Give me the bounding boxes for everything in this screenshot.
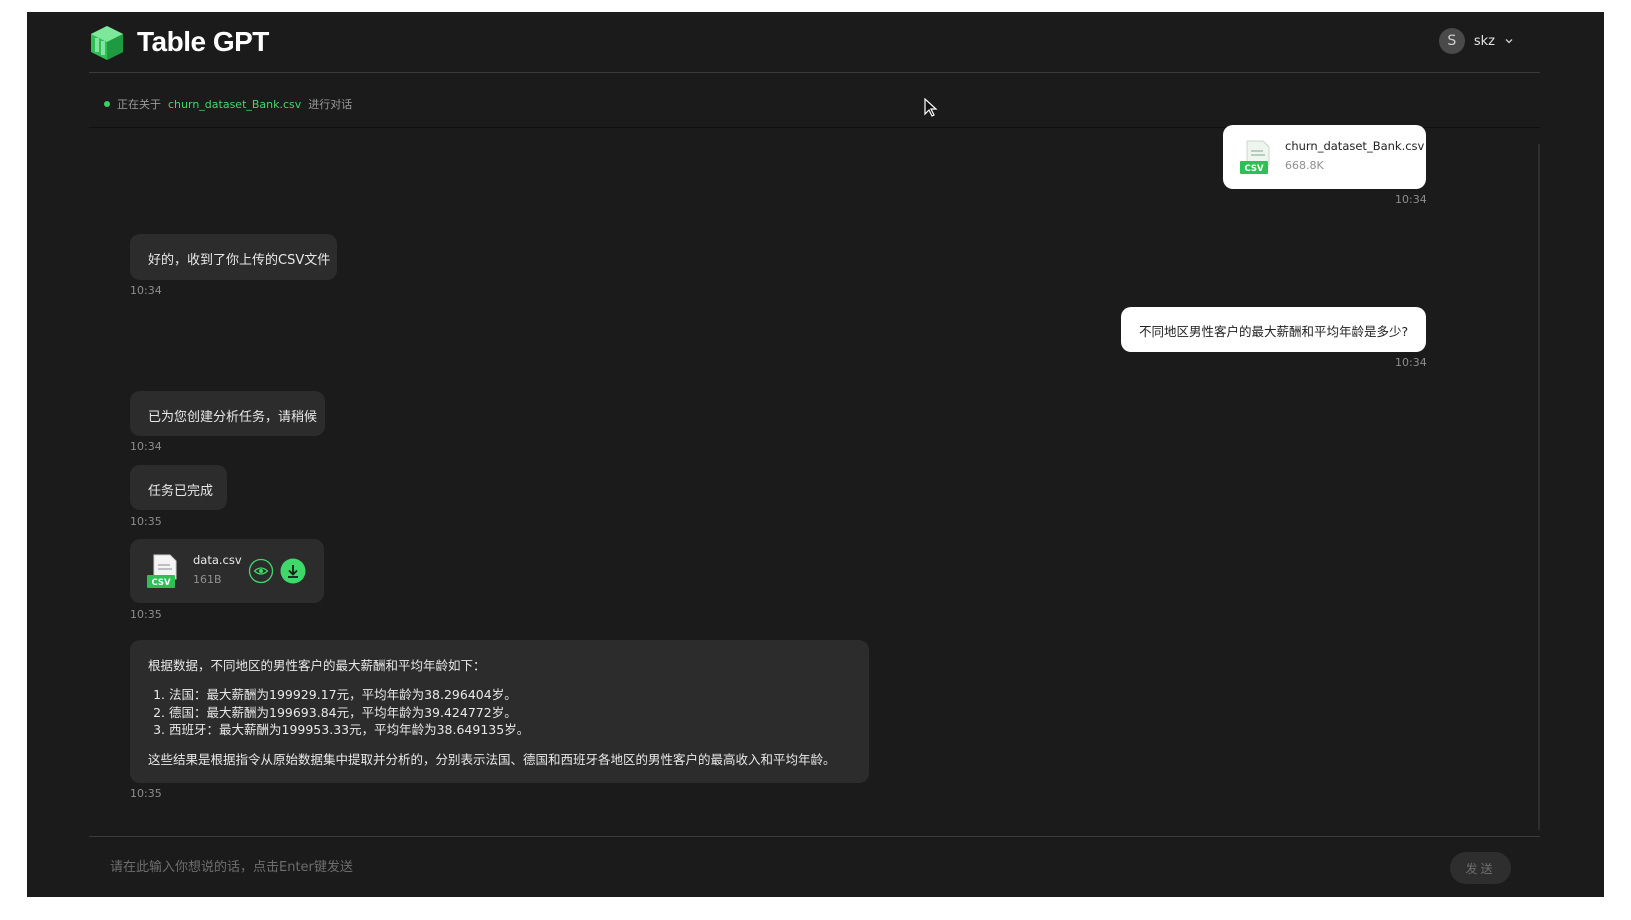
answer-list: 法国：最大薪酬为199929.17元，平均年龄为38.296404岁。 德国：最…: [169, 686, 836, 739]
preview-eye-icon[interactable]: [248, 558, 274, 584]
answer-item: 德国：最大薪酬为199693.84元，平均年龄为39.424772岁。: [169, 704, 836, 722]
scrollbar[interactable]: [1538, 144, 1540, 830]
message-text: 好的，收到了你上传的CSV文件: [148, 253, 331, 268]
user-name: skz: [1473, 33, 1495, 49]
message-time: 10:35: [130, 608, 162, 621]
answer-item: 西班牙：最大薪酬为199953.33元，平均年龄为38.649135岁。: [169, 721, 836, 739]
brand-name: Table GPT: [137, 26, 269, 57]
context-prefix: 正在关于: [117, 98, 161, 111]
answer-item: 法国：最大薪酬为199929.17元，平均年龄为38.296404岁。: [169, 686, 836, 704]
mouse-cursor-icon: [924, 98, 938, 117]
message-text: 任务已完成: [148, 484, 214, 499]
chat-area[interactable]: CSV churn_dataset_Bank.csv 668.8K 10:34 …: [89, 125, 1540, 835]
file-name: churn_dataset_Bank.csv: [1285, 139, 1425, 153]
answer-intro: 根据数据，不同地区的男性客户的最大薪酬和平均年龄如下：: [148, 658, 486, 673]
context-file-name[interactable]: churn_dataset_Bank.csv: [168, 98, 301, 111]
message-text: 不同地区男性客户的最大薪酬和平均年龄是多少?: [1139, 324, 1409, 339]
message-input[interactable]: [110, 855, 1110, 879]
uploaded-file-card[interactable]: CSV churn_dataset_Bank.csv 668.8K: [1223, 125, 1426, 189]
message-time: 10:34: [130, 284, 162, 297]
message-time: 10:35: [130, 515, 162, 528]
tablegpt-logo-icon: [91, 26, 123, 60]
send-button[interactable]: 发送: [1450, 852, 1511, 884]
chevron-down-icon: [1505, 39, 1513, 44]
user-message: 不同地区男性客户的最大薪酬和平均年龄是多少?: [1121, 307, 1426, 352]
bot-answer-message: 根据数据，不同地区的男性客户的最大薪酬和平均年龄如下： 法国：最大薪酬为1999…: [130, 640, 869, 783]
message-time: 10:34: [130, 440, 162, 453]
bot-message: 好的，收到了你上传的CSV文件: [130, 234, 337, 280]
avatar: S: [1438, 28, 1465, 54]
top-header: Table GPT S skz: [89, 12, 1540, 73]
download-icon[interactable]: [280, 558, 306, 584]
csv-label: CSV: [1244, 164, 1264, 174]
file-size: 668.8K: [1285, 159, 1324, 172]
user-menu[interactable]: S skz: [1438, 28, 1514, 54]
result-file-card: CSV data.csv 161B: [130, 539, 324, 603]
message-time: 10:34: [1395, 356, 1427, 369]
file-name: data.csv: [193, 553, 242, 567]
message-text: 已为您创建分析任务，请稍候: [148, 410, 318, 425]
bot-message: 已为您创建分析任务，请稍候: [130, 391, 325, 436]
app-window: Table GPT S skz 正在关于 churn_dataset_Bank.…: [27, 12, 1604, 897]
status-dot: [104, 101, 110, 107]
answer-conclusion: 这些结果是根据指令从原始数据集中提取并分析的，分别表示法国、德国和西班牙各地区的…: [148, 751, 836, 767]
context-suffix: 进行对话: [308, 98, 353, 111]
file-size: 161B: [193, 573, 222, 586]
message-time: 10:34: [1395, 193, 1427, 206]
message-time: 10:35: [130, 787, 162, 800]
bot-message: 任务已完成: [130, 465, 227, 510]
csv-file-icon: CSV: [147, 554, 177, 588]
conversation-context-bar: 正在关于 churn_dataset_Bank.csv 进行对话: [89, 74, 1540, 128]
message-input-bar: 发送: [89, 836, 1540, 897]
csv-label: CSV: [151, 578, 171, 588]
csv-file-icon: CSV: [1240, 140, 1270, 174]
